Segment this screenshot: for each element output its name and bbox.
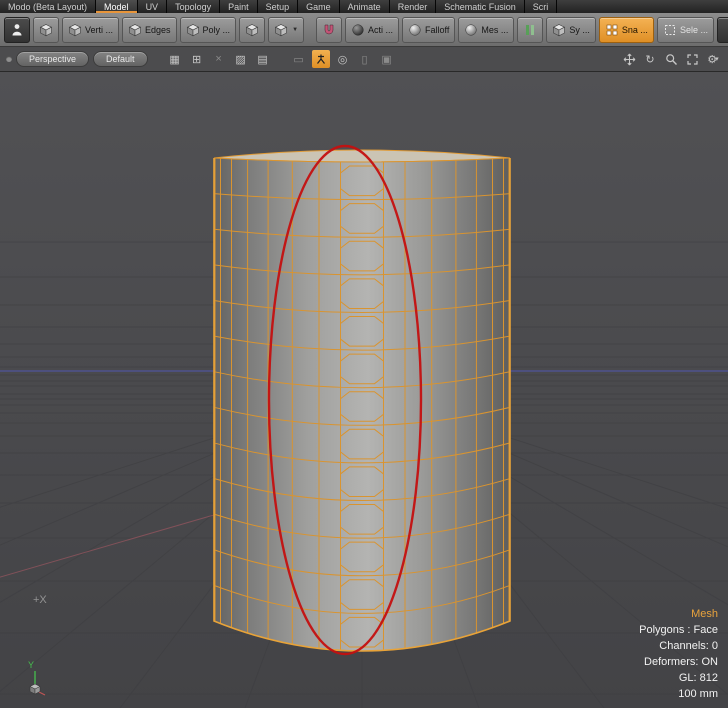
shading-dropdown[interactable]: Default <box>93 51 148 67</box>
action-center-button[interactable]: Acti ... <box>345 17 399 43</box>
edges-mode-button[interactable]: Edges <box>122 17 177 43</box>
viewport-toolbar: Perspective Default ▦ ⊞ × ▨ ▤ ▭ ◎ ▯ ▣ ↻ <box>0 47 728 72</box>
tab-uv[interactable]: UV <box>138 0 168 13</box>
action-axis-button[interactable] <box>312 50 330 68</box>
view-type-dropdown[interactable]: Perspective <box>16 51 89 67</box>
snapping-button[interactable]: Sna ... <box>599 17 654 43</box>
tool-preset-button[interactable] <box>4 17 30 43</box>
cube-items-icon <box>245 23 259 37</box>
gizmo-cube-icon <box>30 684 40 694</box>
tabbar-filler <box>557 0 728 13</box>
cube-edges-icon <box>128 23 142 37</box>
symmetry-bars-icon <box>523 23 537 37</box>
hatch-shading-alt-icon[interactable]: ▤ <box>254 50 272 68</box>
info-grid-size: 100 mm <box>639 686 718 702</box>
cube-dropdown-icon <box>274 23 288 37</box>
info-channels: Channels: 0 <box>639 638 718 654</box>
sphere-icon <box>408 23 422 37</box>
toolbar-overflow-button[interactable] <box>717 17 728 43</box>
maximize-button[interactable] <box>683 50 701 68</box>
select-dashed-icon <box>663 23 677 37</box>
grid-toggle-icon[interactable]: ▦ <box>166 50 184 68</box>
x-axis-label: +X <box>33 594 47 606</box>
info-deformers: Deformers: ON <box>639 654 718 670</box>
magnet-icon <box>322 23 336 37</box>
overlay-view-icon[interactable]: ▣ <box>378 50 396 68</box>
snap-grid-icon <box>605 23 619 37</box>
symmetry-button[interactable]: Sy ... <box>546 17 596 43</box>
pan-button[interactable] <box>620 50 638 68</box>
cube-polygons-icon <box>186 23 200 37</box>
close-view-icon[interactable]: × <box>210 50 228 68</box>
selection-sets-button[interactable]: Sele ... <box>657 17 714 43</box>
viewport-3d[interactable]: +X Y Mesh Polygons : Face Channels: 0 De… <box>0 72 728 708</box>
tab-model[interactable]: Model <box>96 0 138 13</box>
selection-sets-label: Sele ... <box>680 25 708 35</box>
main-toolbar: Verti ... Edges Poly ... ▼ Acti ... <box>0 13 728 47</box>
mesh-constraint-button[interactable]: Mes ... <box>458 17 514 43</box>
tab-setup[interactable]: Setup <box>258 0 299 13</box>
quad-view-icon[interactable]: ⊞ <box>188 50 206 68</box>
viewport-nav-group: ↻ ⚙▾ <box>620 50 722 68</box>
mesh-sphere-icon <box>464 23 478 37</box>
symmetry-label: Sy ... <box>569 25 590 35</box>
action-axis-icon <box>315 53 327 65</box>
tab-game[interactable]: Game <box>298 0 340 13</box>
tab-topology[interactable]: Topology <box>167 0 220 13</box>
tab-script-partial[interactable]: Scri <box>525 0 558 13</box>
vertices-label: Verti ... <box>85 25 113 35</box>
mesh-constraint-label: Mes ... <box>481 25 508 35</box>
tab-modo-beta-layout[interactable]: Modo (Beta Layout) <box>0 0 96 13</box>
actor-icon <box>10 23 24 37</box>
symmetry-cube-icon <box>552 23 566 37</box>
mesh-info-panel: Mesh Polygons : Face Channels: 0 Deforme… <box>639 606 718 702</box>
dark-sphere-icon <box>351 23 365 37</box>
snapping-label: Sna ... <box>622 25 648 35</box>
wireframe-toggle-icon[interactable]: ▭ <box>290 50 308 68</box>
polygons-mode-button[interactable]: Poly ... <box>180 17 237 43</box>
polygons-label: Poly ... <box>203 25 231 35</box>
viewport-menu-dot[interactable] <box>6 56 12 62</box>
slice-view-icon[interactable]: ▯ <box>356 50 374 68</box>
vertices-mode-button[interactable]: Verti ... <box>62 17 119 43</box>
gizmo-y-label: Y <box>28 660 34 670</box>
falloff-label: Falloff <box>425 25 449 35</box>
viewport-canvas[interactable] <box>0 72 728 708</box>
zoom-button[interactable] <box>662 50 680 68</box>
maximize-icon <box>686 53 699 66</box>
magnifier-icon <box>665 53 678 66</box>
edges-label: Edges <box>145 25 171 35</box>
tab-render[interactable]: Render <box>390 0 437 13</box>
paint-tool-button[interactable] <box>316 17 342 43</box>
items-mode-button[interactable] <box>239 17 265 43</box>
falloff-view-icon[interactable]: ◎ <box>334 50 352 68</box>
tab-schematic-fusion[interactable]: Schematic Fusion <box>436 0 525 13</box>
hatch-shading-icon[interactable]: ▨ <box>232 50 250 68</box>
info-gl: GL: 812 <box>639 670 718 686</box>
tab-animate[interactable]: Animate <box>340 0 390 13</box>
falloff-button[interactable]: Falloff <box>402 17 455 43</box>
chevron-down-icon: ▼ <box>292 27 298 33</box>
cylinder-body <box>214 158 510 651</box>
cylinder-mesh[interactable] <box>214 150 510 651</box>
mode-dropdown-button[interactable]: ▼ <box>268 17 304 43</box>
tab-paint[interactable]: Paint <box>220 0 258 13</box>
mesh-item-name: Mesh <box>639 606 718 622</box>
pan-icon <box>623 53 636 66</box>
cube-icon <box>39 23 53 37</box>
cube-vertices-icon <box>68 23 82 37</box>
action-center-label: Acti ... <box>368 25 393 35</box>
layout-tabbar: Modo (Beta Layout) Model UV Topology Pai… <box>0 0 728 13</box>
mirror-bars-button[interactable] <box>517 17 543 43</box>
settings-chevron-icon: ▾ <box>715 55 719 63</box>
info-polygons: Polygons : Face <box>639 622 718 638</box>
axis-gizmo[interactable]: Y <box>22 656 66 700</box>
modo-window: Modo (Beta Layout) Model UV Topology Pai… <box>0 0 728 708</box>
viewport-settings-button[interactable]: ⚙▾ <box>704 50 722 68</box>
orbit-button[interactable]: ↻ <box>641 50 659 68</box>
item-mode-button[interactable] <box>33 17 59 43</box>
